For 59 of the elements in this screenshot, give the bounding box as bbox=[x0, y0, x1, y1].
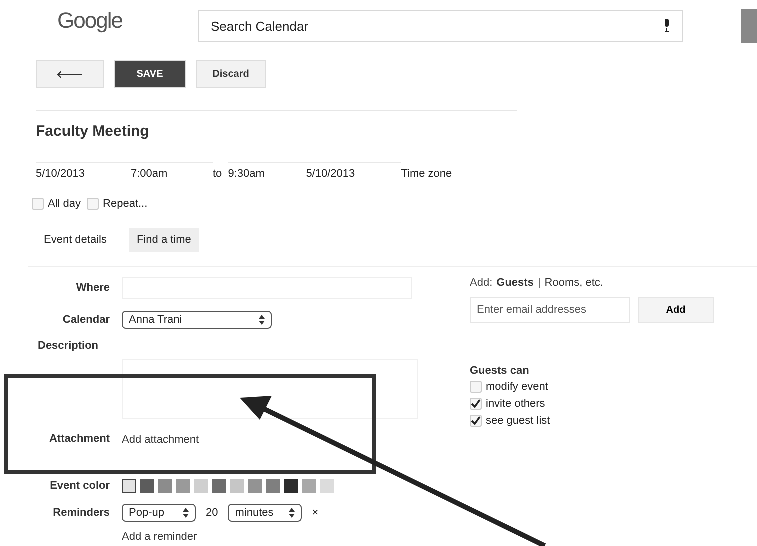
add-reminder-link[interactable]: Add a reminder bbox=[122, 531, 198, 543]
remove-reminder-button[interactable]: × bbox=[312, 507, 319, 519]
color-swatch[interactable] bbox=[266, 479, 280, 493]
up-down-arrows-icon bbox=[183, 508, 189, 518]
separator: | bbox=[538, 277, 541, 289]
start-date[interactable]: 5/10/2013 bbox=[36, 168, 85, 180]
add-attachment-link[interactable]: Add attachment bbox=[122, 434, 200, 446]
add-label: Add: bbox=[470, 277, 493, 289]
color-swatch[interactable] bbox=[194, 479, 208, 493]
tab[interactable]: Find a time bbox=[128, 228, 200, 252]
reminder-unit-select[interactable]: minutes bbox=[228, 504, 302, 522]
color-swatch[interactable] bbox=[248, 479, 262, 493]
color-swatch[interactable] bbox=[122, 479, 136, 493]
microphone-icon[interactable] bbox=[663, 19, 671, 33]
permission-label: invite others bbox=[486, 398, 546, 410]
checkbox[interactable] bbox=[470, 415, 482, 427]
up-down-arrows-icon bbox=[259, 315, 265, 325]
option-label[interactable]: Repeat... bbox=[103, 198, 148, 210]
calendar-select[interactable]: Anna Trani bbox=[122, 311, 272, 329]
event-title[interactable]: Faculty Meeting bbox=[36, 123, 757, 140]
color-swatch[interactable] bbox=[176, 479, 190, 493]
color-swatch[interactable] bbox=[302, 479, 316, 493]
start-time[interactable]: 7:00am bbox=[131, 168, 168, 180]
color-swatch[interactable] bbox=[140, 479, 154, 493]
option-label[interactable]: All day bbox=[48, 198, 82, 210]
logo: Google bbox=[56, 7, 124, 35]
time-zone-link[interactable]: Time zone bbox=[401, 162, 452, 180]
search-button[interactable] bbox=[741, 9, 757, 43]
permission-label: modify event bbox=[486, 381, 548, 393]
search-field[interactable]: Search Calendar bbox=[198, 10, 683, 42]
reminder-method-select[interactable]: Pop-up bbox=[122, 504, 196, 522]
description-field[interactable] bbox=[122, 359, 418, 419]
end-date[interactable]: 5/10/2013 bbox=[306, 168, 356, 180]
color-swatch[interactable] bbox=[212, 479, 226, 493]
checkbox[interactable] bbox=[470, 398, 482, 410]
calendar-label: Calendar bbox=[62, 314, 110, 326]
description-label: Description bbox=[38, 340, 100, 352]
end-time[interactable]: 9:30am bbox=[228, 168, 265, 180]
save-button[interactable]: SAVE bbox=[114, 60, 186, 88]
color-swatch[interactable] bbox=[158, 479, 172, 493]
up-down-arrows-icon bbox=[289, 508, 296, 518]
attachment-label: Attachment bbox=[48, 433, 110, 445]
guests-can-heading: Guests can bbox=[470, 365, 530, 377]
to-label: to bbox=[213, 167, 222, 180]
tab[interactable]: Event details bbox=[36, 228, 115, 252]
event-color-label: Event color bbox=[49, 480, 110, 492]
reminder-amount[interactable]: 20 bbox=[206, 507, 218, 519]
email-field[interactable]: Enter email addresses bbox=[470, 297, 630, 323]
permission-label: see guest list bbox=[486, 415, 550, 427]
rooms-link[interactable]: Rooms, etc. bbox=[544, 277, 604, 289]
reminders-label: Reminders bbox=[52, 507, 110, 519]
where-label: Where bbox=[75, 282, 110, 294]
guests-link[interactable]: Guests bbox=[496, 277, 534, 289]
add-button[interactable]: Add bbox=[638, 297, 714, 323]
color-swatch[interactable] bbox=[284, 479, 298, 493]
color-swatch[interactable] bbox=[230, 479, 244, 493]
back-button[interactable]: 🡐 bbox=[36, 60, 104, 88]
color-swatch[interactable] bbox=[320, 479, 334, 493]
discard-button[interactable]: Discard bbox=[196, 60, 266, 88]
